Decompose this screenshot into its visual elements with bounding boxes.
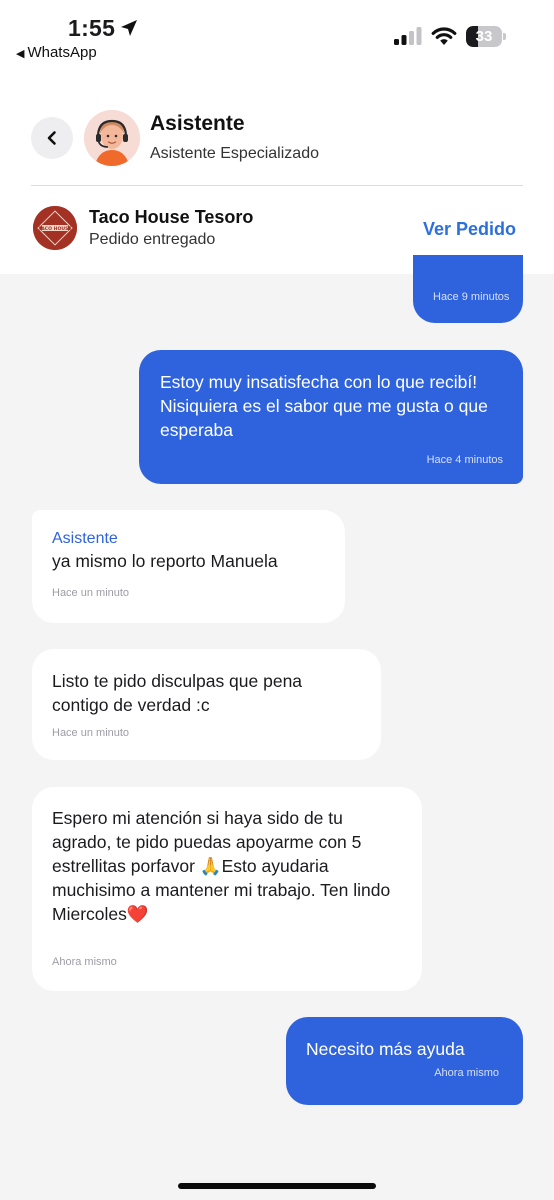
back-triangle-icon: ◀ xyxy=(16,48,25,60)
message-bubble-outgoing[interactable]: Necesito más ayuda Ahora mismo xyxy=(286,1017,523,1105)
status-bar: 1:55 ◀ WhatsApp 33 xyxy=(0,0,554,70)
message-text: ya mismo lo reporto Manuela xyxy=(52,551,278,571)
message-bubble-outgoing[interactable]: Estoy muy insatisfecha con lo que recibí… xyxy=(139,350,523,484)
agent-role: Asistente Especializado xyxy=(150,145,319,162)
battery-icon: 33 xyxy=(466,26,506,47)
message-text: Necesito más ayuda xyxy=(306,1039,465,1059)
header-divider xyxy=(31,185,523,186)
location-arrow-icon xyxy=(121,20,137,36)
chat-header: Asistente Asistente Especializado TACO H… xyxy=(0,70,554,274)
message-text: Listo te pido disculpas que pena contigo… xyxy=(52,671,303,715)
message-text: Estoy muy insatisfecha con lo que recibí… xyxy=(160,372,488,440)
message-time: Hace 4 minutos xyxy=(426,454,503,466)
cellular-signal-icon xyxy=(394,27,422,45)
message-time: Hace 9 minutos xyxy=(433,291,510,303)
status-time: 1:55 xyxy=(68,15,116,41)
message-time: Hace un minuto xyxy=(52,587,130,599)
battery-percent: 33 xyxy=(475,28,493,45)
message-time: Ahora mismo xyxy=(52,956,117,968)
message-bubble-outgoing[interactable]: Hace 9 minutos xyxy=(413,255,523,323)
back-to-app-link[interactable]: ◀ WhatsApp xyxy=(16,44,97,61)
battery-cap xyxy=(503,33,506,40)
store-logo: TACO HOUSE xyxy=(33,206,77,250)
home-indicator[interactable] xyxy=(178,1183,376,1189)
view-order-link[interactable]: Ver Pedido xyxy=(423,219,516,240)
message-sender: Asistente xyxy=(52,530,118,547)
back-app-label: WhatsApp xyxy=(27,44,97,61)
message-bubble-incoming[interactable]: Asistente ya mismo lo reporto Manuela Ha… xyxy=(32,510,345,623)
wifi-icon xyxy=(431,27,457,45)
order-status: Pedido entregado xyxy=(89,231,216,248)
message-bubble-incoming[interactable]: Listo te pido disculpas que pena contigo… xyxy=(32,649,381,760)
message-time: Hace un minuto xyxy=(52,727,130,739)
message-text: Espero mi atención si haya sido de tu ag… xyxy=(52,808,391,924)
agent-headset-avatar-image xyxy=(84,110,140,166)
chevron-left-icon xyxy=(47,131,56,145)
store-name: Taco House Tesoro xyxy=(89,207,254,227)
store-logo-text: TACO HOUSE xyxy=(38,226,71,232)
back-button[interactable] xyxy=(31,117,73,159)
agent-avatar xyxy=(84,110,140,166)
agent-name: Asistente xyxy=(150,112,245,135)
taco-house-logo-image: TACO HOUSE xyxy=(33,206,77,250)
message-bubble-incoming[interactable]: Espero mi atención si haya sido de tu ag… xyxy=(32,787,422,991)
message-time: Ahora mismo xyxy=(434,1067,499,1079)
